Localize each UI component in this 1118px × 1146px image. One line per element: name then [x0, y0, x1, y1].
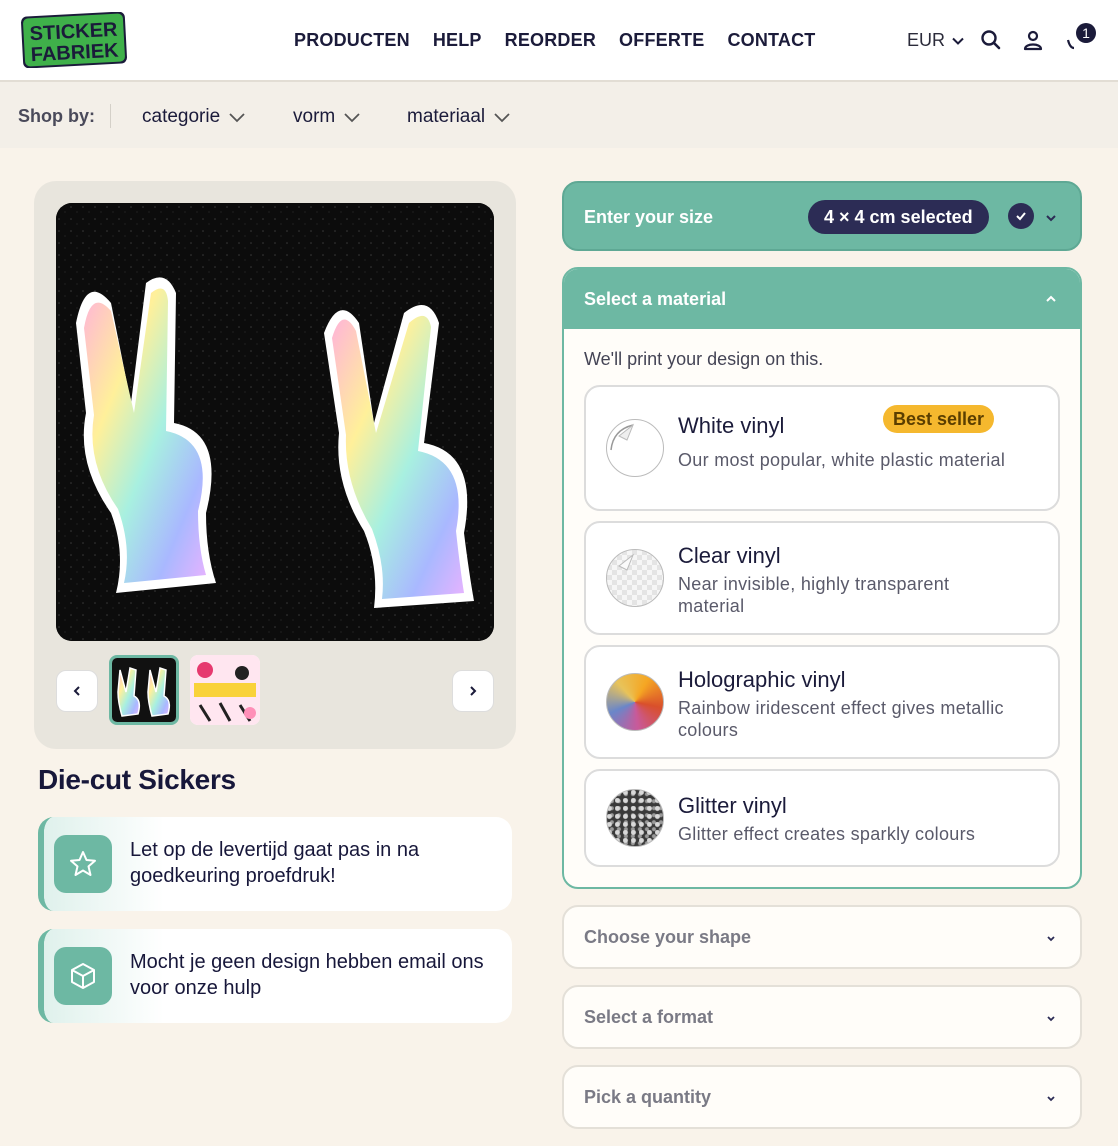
shape-step-title: Choose your shape [584, 927, 752, 947]
chevron-up-icon [1046, 295, 1056, 302]
option-title: White vinyl [678, 413, 785, 438]
gallery-next-button[interactable] [452, 670, 494, 712]
material-option-glitter-vinyl[interactable]: Glitter vinyl Glitter effect creates spa… [584, 769, 1060, 867]
nav-help[interactable]: HELP [433, 30, 482, 51]
material-subtitle: We'll print your design on this. [584, 349, 824, 369]
thumbnail-image [190, 655, 260, 725]
chevron-right-icon [470, 686, 477, 696]
clear-vinyl-swatch [606, 549, 664, 607]
chevron-left-icon [73, 686, 80, 696]
thumbnail-lobster[interactable] [190, 655, 260, 725]
filter-label: vorm [293, 106, 336, 127]
notice-card-design-help: Mocht je geen design hebben email ons vo… [38, 929, 512, 1023]
chevron-down-icon [344, 113, 360, 123]
size-step[interactable]: Enter your size 4 × 4 cm selected [562, 181, 1082, 251]
nav-producten[interactable]: PRODUCTEN [294, 30, 410, 51]
cart-count-badge[interactable]: 1 [1076, 23, 1096, 43]
nav-contact[interactable]: CONTACT [727, 30, 815, 51]
filter-vorm[interactable]: vorm [293, 106, 361, 128]
thumbnail-peace-hands[interactable] [109, 655, 179, 725]
option-title: Clear vinyl [678, 543, 781, 568]
filter-categorie[interactable]: categorie [142, 106, 246, 128]
chevron-down-icon [1047, 1096, 1055, 1102]
notice-text: Mocht je geen design hebben email ons vo… [130, 951, 484, 999]
nav-reorder[interactable]: REORDER [505, 30, 596, 51]
best-seller-badge: Best seller [883, 405, 995, 433]
chevron-down-icon [1046, 215, 1056, 222]
sticker-fabriek-logo[interactable]: STICKER FABRIEK [20, 12, 128, 68]
account-icon[interactable] [1021, 28, 1045, 52]
option-description: Glitter effect creates sparkly colours [678, 824, 976, 844]
filter-materiaal[interactable]: materiaal [407, 106, 511, 128]
size-step-title: Enter your size [584, 207, 714, 227]
option-description: Rainbow iridescent effect gives metallic… [678, 698, 1004, 740]
chevron-down-icon [494, 113, 510, 123]
material-option-clear-vinyl[interactable]: Clear vinyl Near invisible, highly trans… [584, 521, 1060, 635]
filter-label: materiaal [407, 106, 486, 127]
product-gallery [34, 181, 516, 749]
chevron-down-icon [1047, 936, 1055, 942]
chevron-down-icon [1047, 1016, 1055, 1022]
white-vinyl-swatch [606, 419, 664, 477]
material-step-title: Select a material [584, 289, 727, 309]
chevron-down-icon [229, 113, 245, 123]
search-icon[interactable] [979, 28, 1003, 52]
option-title: Holographic vinyl [678, 667, 846, 692]
notice-card-proof: Let op de levertijd gaat pas in na goedk… [38, 817, 512, 911]
star-icon [54, 835, 112, 893]
holographic-vinyl-swatch [606, 673, 664, 731]
currency-selector[interactable]: EUR [907, 30, 965, 51]
notice-text: Let op de levertijd gaat pas in na goedk… [130, 839, 420, 887]
box-icon [54, 947, 112, 1005]
format-step[interactable]: Select a format [562, 985, 1082, 1049]
site-header: STICKER FABRIEK PRODUCTEN HELP REORDER O… [0, 0, 1118, 82]
option-title: Glitter vinyl [678, 793, 787, 818]
check-icon [1008, 203, 1034, 229]
quantity-step-title: Pick a quantity [584, 1087, 712, 1107]
thumbnail-image [112, 658, 176, 722]
material-option-white-vinyl[interactable]: White vinyl Best seller Our most popular… [584, 385, 1060, 511]
shape-step[interactable]: Choose your shape [562, 905, 1082, 969]
nav-offerte[interactable]: OFFERTE [619, 30, 704, 51]
option-description: Near invisible, highly transparent mater… [678, 574, 950, 616]
material-step-header[interactable]: Select a material [564, 269, 1080, 329]
product-main-image[interactable] [56, 203, 494, 641]
peace-hands-sticker-image [56, 203, 494, 641]
shop-by-bar: Shop by: categorie vorm materiaal [0, 82, 1118, 148]
material-step: Select a material We'll print your desig… [562, 267, 1082, 889]
chevron-down-icon [952, 37, 964, 45]
currency-label: EUR [907, 30, 946, 50]
main-nav: PRODUCTEN HELP REORDER OFFERTE CONTACT [294, 30, 839, 51]
gallery-prev-button[interactable] [56, 670, 98, 712]
material-option-holographic-vinyl[interactable]: Holographic vinyl Rainbow iridescent eff… [584, 645, 1060, 759]
size-selected-badge: 4 × 4 cm selected [808, 200, 989, 234]
product-title: Die-cut Sickers [38, 764, 236, 795]
svg-text:FABRIEK: FABRIEK [30, 40, 119, 67]
divider [110, 104, 111, 128]
filter-label: categorie [142, 106, 221, 127]
format-step-title: Select a format [584, 1007, 714, 1027]
option-description: Our most popular, white plastic material [678, 450, 1006, 470]
glitter-vinyl-swatch [606, 789, 664, 847]
shop-by-label: Shop by: [18, 106, 95, 126]
quantity-step[interactable]: Pick a quantity [562, 1065, 1082, 1129]
